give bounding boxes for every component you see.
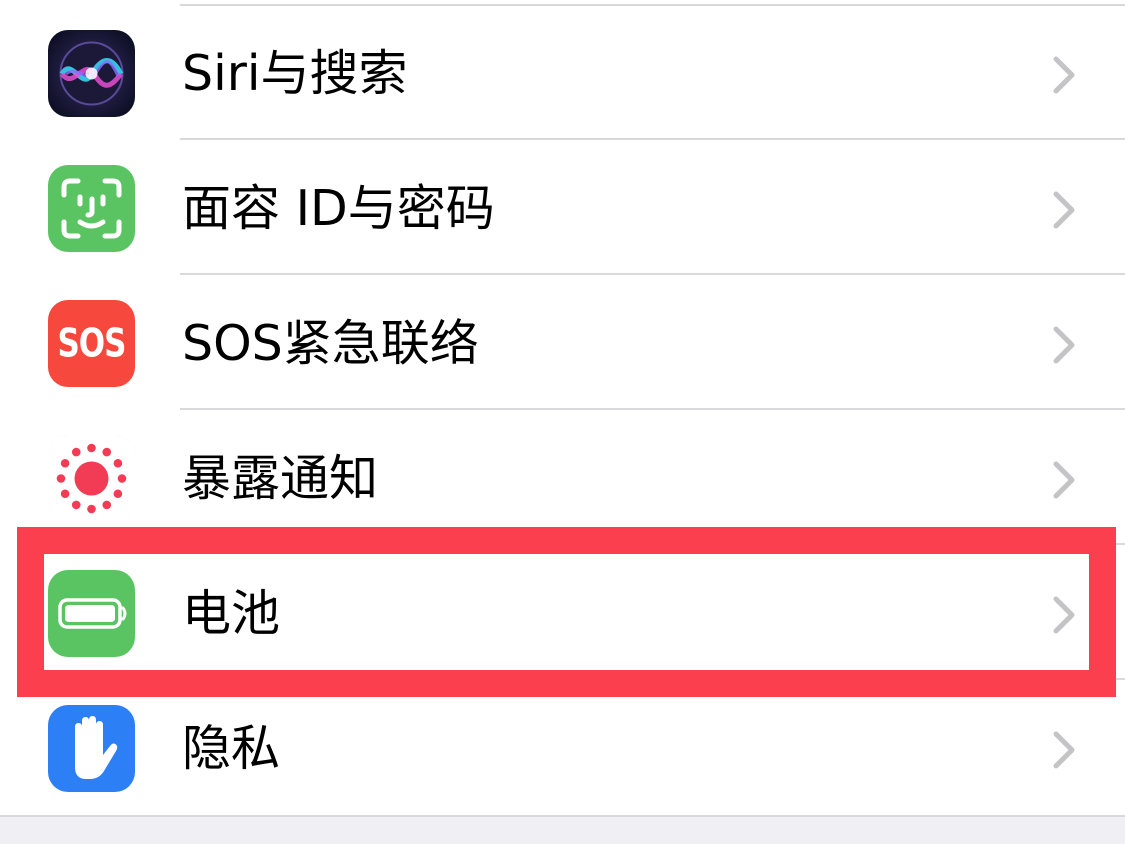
settings-row-label: Siri与搜索: [182, 45, 408, 102]
settings-row-battery[interactable]: 电池: [0, 545, 1125, 680]
chevron-right-icon: [1050, 55, 1078, 95]
exposure-notification-icon: [48, 435, 135, 522]
settings-screen: Siri与搜索 面容 ID与密码 SOS SOS紧急联络 暴露通知 电池 隐私: [0, 0, 1125, 844]
settings-row-label: 隐私: [182, 720, 281, 777]
settings-row-label: 电池: [182, 585, 281, 642]
settings-row-label: 暴露通知: [182, 450, 379, 507]
settings-row-exposure-notification[interactable]: 暴露通知: [0, 410, 1125, 545]
settings-row-label: SOS紧急联络: [182, 315, 479, 372]
chevron-right-icon: [1050, 460, 1078, 500]
sos-icon: SOS: [48, 300, 135, 387]
sos-icon-text: SOS: [57, 321, 126, 366]
privacy-hand-icon: [48, 705, 135, 792]
chevron-right-icon: [1050, 595, 1078, 635]
battery-icon: [48, 570, 135, 657]
section-footer-band: [0, 815, 1125, 844]
settings-row-siri[interactable]: Siri与搜索: [0, 5, 1125, 140]
chevron-right-icon: [1050, 730, 1078, 770]
chevron-right-icon: [1050, 190, 1078, 230]
settings-row-privacy[interactable]: 隐私: [0, 680, 1125, 815]
settings-row-face-id[interactable]: 面容 ID与密码: [0, 140, 1125, 275]
settings-row-label: 面容 ID与密码: [182, 180, 495, 237]
face-id-icon: [48, 165, 135, 252]
siri-icon: [48, 30, 135, 117]
settings-row-sos[interactable]: SOS SOS紧急联络: [0, 275, 1125, 410]
chevron-right-icon: [1050, 325, 1078, 365]
